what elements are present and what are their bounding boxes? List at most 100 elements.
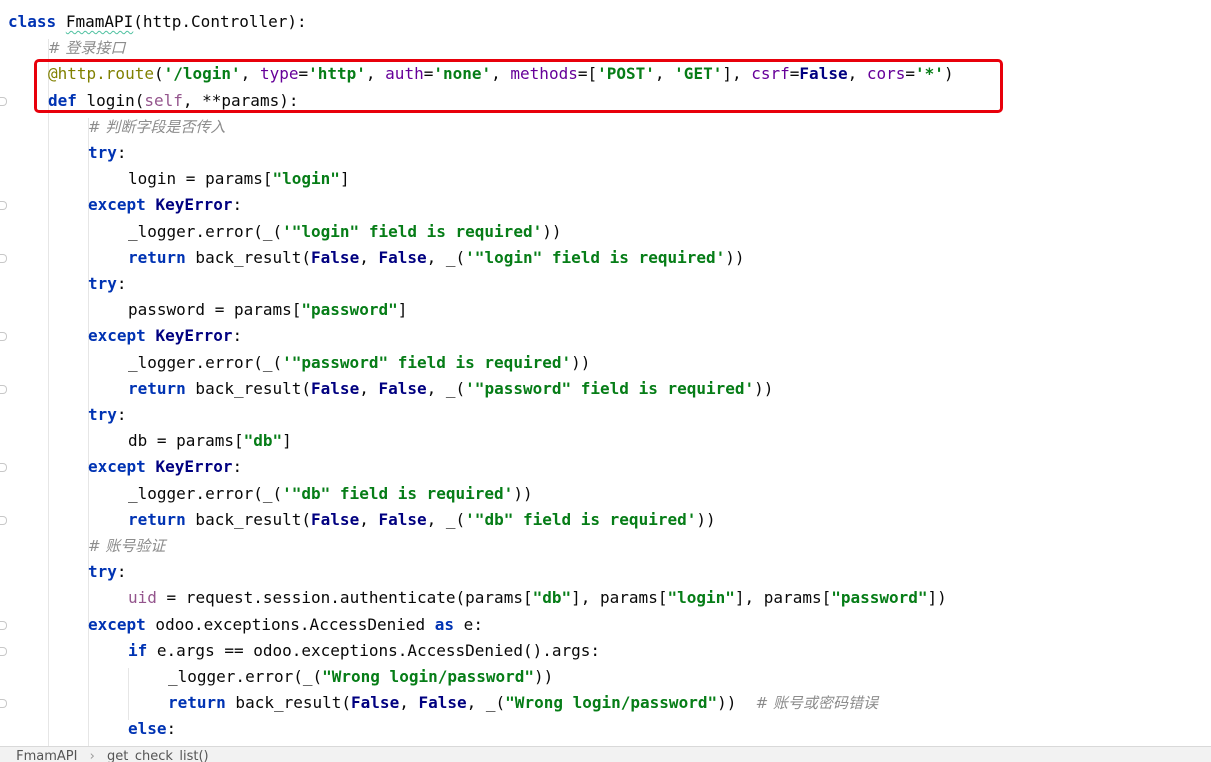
code-token: False — [378, 378, 427, 398]
code-line[interactable]: db = params["db"] — [128, 428, 292, 454]
code-line[interactable]: except KeyError: — [88, 323, 242, 349]
code-token: , _( — [426, 247, 466, 267]
code-area[interactable]: class FmamAPI(http.Controller): # 登录接口 @ht… — [0, 0, 1211, 746]
code-token: ], params[ — [571, 588, 668, 608]
code-token: db = params[ — [128, 431, 244, 451]
code-token: : — [232, 326, 243, 346]
code-token: (http.Controller): — [133, 12, 307, 31]
code-line[interactable]: _logger.error(_('"password" field is req… — [128, 350, 590, 376]
code-line[interactable]: except KeyError: — [88, 454, 242, 480]
code-line[interactable]: _logger.error(_('"db" field is required'… — [128, 481, 533, 507]
code-token: False — [799, 64, 848, 84]
code-token: login( — [76, 90, 145, 110]
code-token: '/login' — [163, 64, 241, 84]
code-token: as — [434, 614, 455, 634]
code-token: False — [311, 247, 360, 267]
code-line[interactable]: def login(self, **params): — [48, 88, 298, 114]
code-line[interactable]: # 账号验证 — [88, 533, 165, 559]
code-line[interactable]: _logger.error(_("Wrong login/password")) — [168, 664, 553, 690]
code-line[interactable]: return back_result(False, False, _('"pas… — [128, 376, 773, 402]
code-token: try — [88, 143, 117, 162]
code-token: ], params[ — [734, 588, 832, 608]
code-line[interactable]: @http.route('/login', type='http', auth=… — [48, 61, 954, 87]
code-token: back_result( — [185, 247, 312, 267]
code-token: else — [128, 719, 167, 739]
code-token: ] — [282, 431, 292, 451]
code-token: : — [116, 143, 127, 162]
code-token: _logger.error(_( — [128, 483, 283, 503]
code-line[interactable]: else: — [128, 716, 176, 742]
code-line[interactable]: class FmamAPI(http.Controller): — [8, 9, 307, 35]
code-line[interactable]: # 判断字段是否传入 — [88, 114, 225, 140]
code-token: False — [351, 693, 400, 713]
code-token: '"password" field is required' — [282, 352, 572, 372]
code-token: return — [168, 693, 226, 713]
code-token: , **params): — [182, 90, 299, 110]
code-token: = — [789, 64, 800, 84]
code-line[interactable]: return back_result(False, False, _('"log… — [128, 245, 745, 271]
breadcrumb-method[interactable]: get_check_list() — [107, 747, 209, 762]
code-token: )) — [534, 667, 554, 686]
code-token: FmamAPI — [65, 12, 134, 31]
code-token: uid — [128, 588, 157, 608]
breadcrumb-class[interactable]: FmamAPI — [16, 747, 77, 762]
code-line[interactable]: try: — [88, 559, 127, 585]
code-token: = — [423, 64, 434, 84]
code-token: =[ — [577, 64, 598, 84]
code-token: # 账号或密码错误 — [755, 694, 878, 713]
code-token: )) — [542, 221, 562, 241]
code-line[interactable]: login = params["login"] — [128, 166, 350, 192]
code-token: = — [905, 64, 916, 84]
code-token: , — [847, 64, 867, 84]
code-line[interactable]: try: — [88, 402, 127, 428]
code-line[interactable]: return back_result(False, False, _("Wron… — [168, 690, 878, 716]
code-token: '"db" field is required' — [282, 483, 514, 503]
code-token: ] — [339, 169, 350, 189]
code-token: back_result( — [225, 693, 352, 713]
code-line[interactable]: _logger.error(_('"login" field is requir… — [128, 219, 561, 245]
code-line[interactable]: except odoo.exceptions.AccessDenied as e… — [88, 612, 483, 638]
code-token: _logger.error(_( — [128, 352, 283, 372]
code-token: back_result( — [185, 378, 312, 398]
code-token: ] — [397, 300, 408, 320]
code-token: , — [240, 64, 260, 84]
code-token: password = params[ — [128, 300, 302, 320]
code-token: try — [88, 562, 117, 582]
code-line[interactable]: password = params["password"] — [128, 297, 407, 323]
code-token: )) — [571, 352, 591, 372]
code-token: : — [116, 274, 127, 293]
code-token: : — [166, 719, 177, 739]
code-token: '*' — [915, 64, 944, 84]
code-token: False — [311, 509, 360, 529]
code-token: ( — [153, 64, 164, 84]
code-line[interactable]: except KeyError: — [88, 192, 242, 218]
code-token: # 账号验证 — [88, 537, 166, 555]
code-token: , _( — [466, 693, 506, 713]
code-token: class — [8, 12, 57, 31]
code-line[interactable]: uid = request.session.authenticate(param… — [128, 585, 947, 611]
code-token: ) — [943, 64, 954, 84]
code-token: try — [88, 405, 117, 424]
code-line[interactable]: try: — [88, 271, 127, 297]
code-token: self — [144, 90, 183, 110]
code-token: False — [418, 693, 467, 713]
code-line[interactable]: if e.args == odoo.exceptions.AccessDenie… — [128, 638, 600, 664]
code-token: : — [116, 405, 127, 424]
code-token: )) — [725, 247, 745, 267]
code-token: "db" — [243, 431, 283, 451]
code-token: type — [259, 64, 299, 84]
code-token: : — [232, 457, 243, 477]
code-token: e: — [454, 614, 483, 634]
code-token: KeyError — [155, 326, 233, 346]
code-editor[interactable]: class FmamAPI(http.Controller): # 登录接口 @ht… — [0, 0, 1211, 746]
code-line[interactable]: try: — [88, 140, 127, 166]
code-line[interactable]: return back_result(False, False, _('"db"… — [128, 507, 716, 533]
code-line[interactable]: # 登录接口 — [48, 35, 125, 61]
code-token: return — [128, 247, 186, 267]
code-token: )) — [696, 509, 716, 529]
code-token: return — [128, 509, 186, 529]
